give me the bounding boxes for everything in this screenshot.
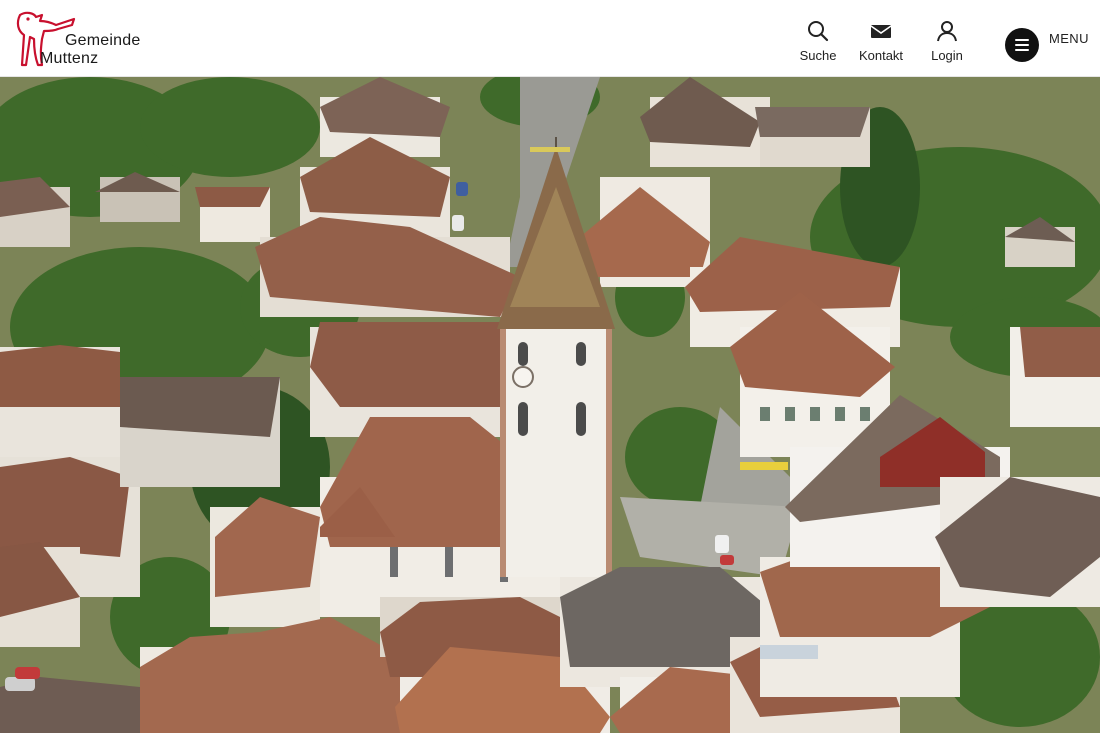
menu-label[interactable]: MENU [1049, 31, 1089, 46]
hero-aerial-photo [0, 77, 1100, 733]
login-label: Login [931, 48, 963, 63]
logo-line-2: Muttenz [40, 50, 99, 67]
village-aerial-illustration [0, 77, 1100, 733]
search-button[interactable]: Suche [790, 20, 846, 63]
user-icon [937, 21, 957, 42]
contact-button[interactable]: Kontakt [851, 20, 911, 63]
contact-label: Kontakt [858, 48, 904, 63]
search-label: Suche [799, 48, 837, 63]
envelope-icon [870, 25, 892, 38]
login-button[interactable]: Login [922, 20, 972, 63]
menu-button[interactable] [1005, 28, 1039, 62]
logo-line-1: Gemeinde [65, 32, 141, 49]
municipality-logo[interactable]: Gemeinde Muttenz [12, 9, 152, 69]
site-header: Gemeinde Muttenz Suche Kontakt Login MEN… [0, 0, 1100, 77]
logo-wordmark: Gemeinde Muttenz [40, 32, 140, 68]
search-icon [808, 21, 829, 42]
